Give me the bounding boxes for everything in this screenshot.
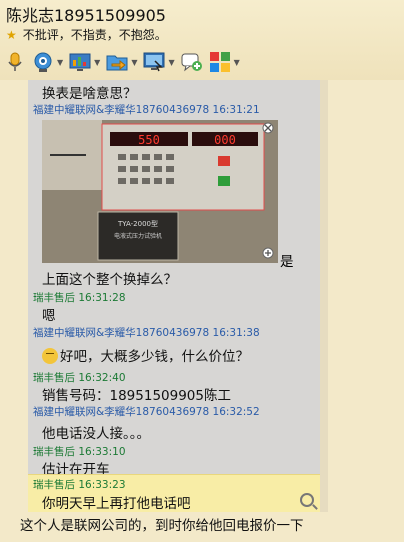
chevron-down-icon[interactable]: ▼ — [168, 58, 174, 67]
smiley-emoji-icon — [42, 348, 58, 364]
chevron-down-icon[interactable]: ▼ — [234, 58, 240, 67]
send-file-button[interactable]: ▼ — [106, 49, 137, 75]
machine-photo: 550 000 TYA-2000型 电液式压力试验机 — [42, 120, 278, 263]
message-sender: 瑞丰售后 16:31:28 — [33, 292, 126, 304]
contact-signature: ★ 不批评，不指责，不抱怨。 — [6, 26, 167, 43]
message-sender: 瑞丰售后 16:33:10 — [33, 446, 126, 458]
message-sender: 瑞丰售后 16:32:40 — [33, 372, 126, 384]
microphone-icon — [8, 52, 22, 71]
signature-text: 不批评，不指责，不抱怨。 — [22, 28, 167, 42]
message-text: 上面这个整个换掉么？ — [42, 272, 177, 288]
chat-scrollbar[interactable] — [320, 80, 328, 512]
remote-assist-button[interactable]: ▼ — [69, 49, 100, 75]
message-text: 是 — [280, 254, 294, 270]
monitor-icon — [143, 52, 165, 72]
message-text: 你明天早上再打他电话吧 — [42, 496, 191, 512]
screen-button[interactable]: ▼ — [143, 49, 175, 75]
plate-sub: 电液式压力试验机 — [114, 232, 162, 240]
message-text: 销售号码：18951509905陈工 — [42, 388, 231, 404]
apps-button[interactable]: ▼ — [209, 49, 240, 75]
chevron-down-icon[interactable]: ▼ — [57, 58, 63, 67]
message-text: 换表是啥意思？ — [42, 86, 137, 102]
contact-name: 陈兆志18951509905 — [6, 6, 166, 25]
screen-share-icon — [69, 53, 91, 71]
chevron-down-icon[interactable]: ▼ — [131, 58, 137, 67]
voice-call-button[interactable] — [4, 49, 26, 75]
zoom-icon[interactable] — [300, 493, 314, 507]
message-text-body: 好吧，大概多少钱，什么价位？ — [60, 349, 249, 365]
chevron-down-icon[interactable]: ▼ — [94, 58, 100, 67]
create-discussion-button[interactable] — [181, 49, 203, 75]
message-text: 嗯 — [42, 308, 56, 324]
message-sender: 福建中耀联网&李耀华18760436978 16:32:52 — [33, 406, 260, 418]
display-left: 550 — [138, 133, 160, 147]
camera-icon — [34, 52, 52, 72]
apps-grid-icon — [209, 52, 230, 72]
chat-window-header: 陈兆志18951509905 ★ 不批评，不指责，不抱怨。 ▼ ▼ ▼ ▼ ▼ — [0, 0, 404, 80]
chat-history[interactable]: 换表是啥意思？ 福建中耀联网&李耀华18760436978 16:31:21 5… — [28, 80, 320, 512]
highlighted-message[interactable]: 瑞丰售后 16:33:23 你明天早上再打他电话吧 — [28, 474, 320, 512]
display-right: 000 — [214, 133, 236, 147]
star-icon: ★ — [6, 27, 17, 42]
message-text: 好吧，大概多少钱，什么价位？ — [42, 345, 320, 365]
plate-text: TYA-2000型 — [117, 219, 158, 228]
message-input[interactable]: 这个人是联网公司的，到时你给他回电报价一下 — [20, 514, 304, 534]
chat-toolbar: ▼ ▼ ▼ ▼ ▼ — [4, 48, 246, 76]
add-chat-icon — [181, 53, 202, 72]
message-sender: 福建中耀联网&李耀华18760436978 16:31:21 — [33, 104, 260, 116]
message-text: 他电话没人接。。。 — [42, 426, 150, 442]
folder-transfer-icon — [106, 55, 128, 71]
message-sender: 福建中耀联网&李耀华18760436978 16:31:38 — [33, 327, 260, 339]
message-sender: 瑞丰售后 16:33:23 — [33, 479, 126, 491]
video-call-button[interactable]: ▼ — [32, 49, 63, 75]
message-photo[interactable]: 550 000 TYA-2000型 电液式压力试验机 — [42, 120, 278, 263]
